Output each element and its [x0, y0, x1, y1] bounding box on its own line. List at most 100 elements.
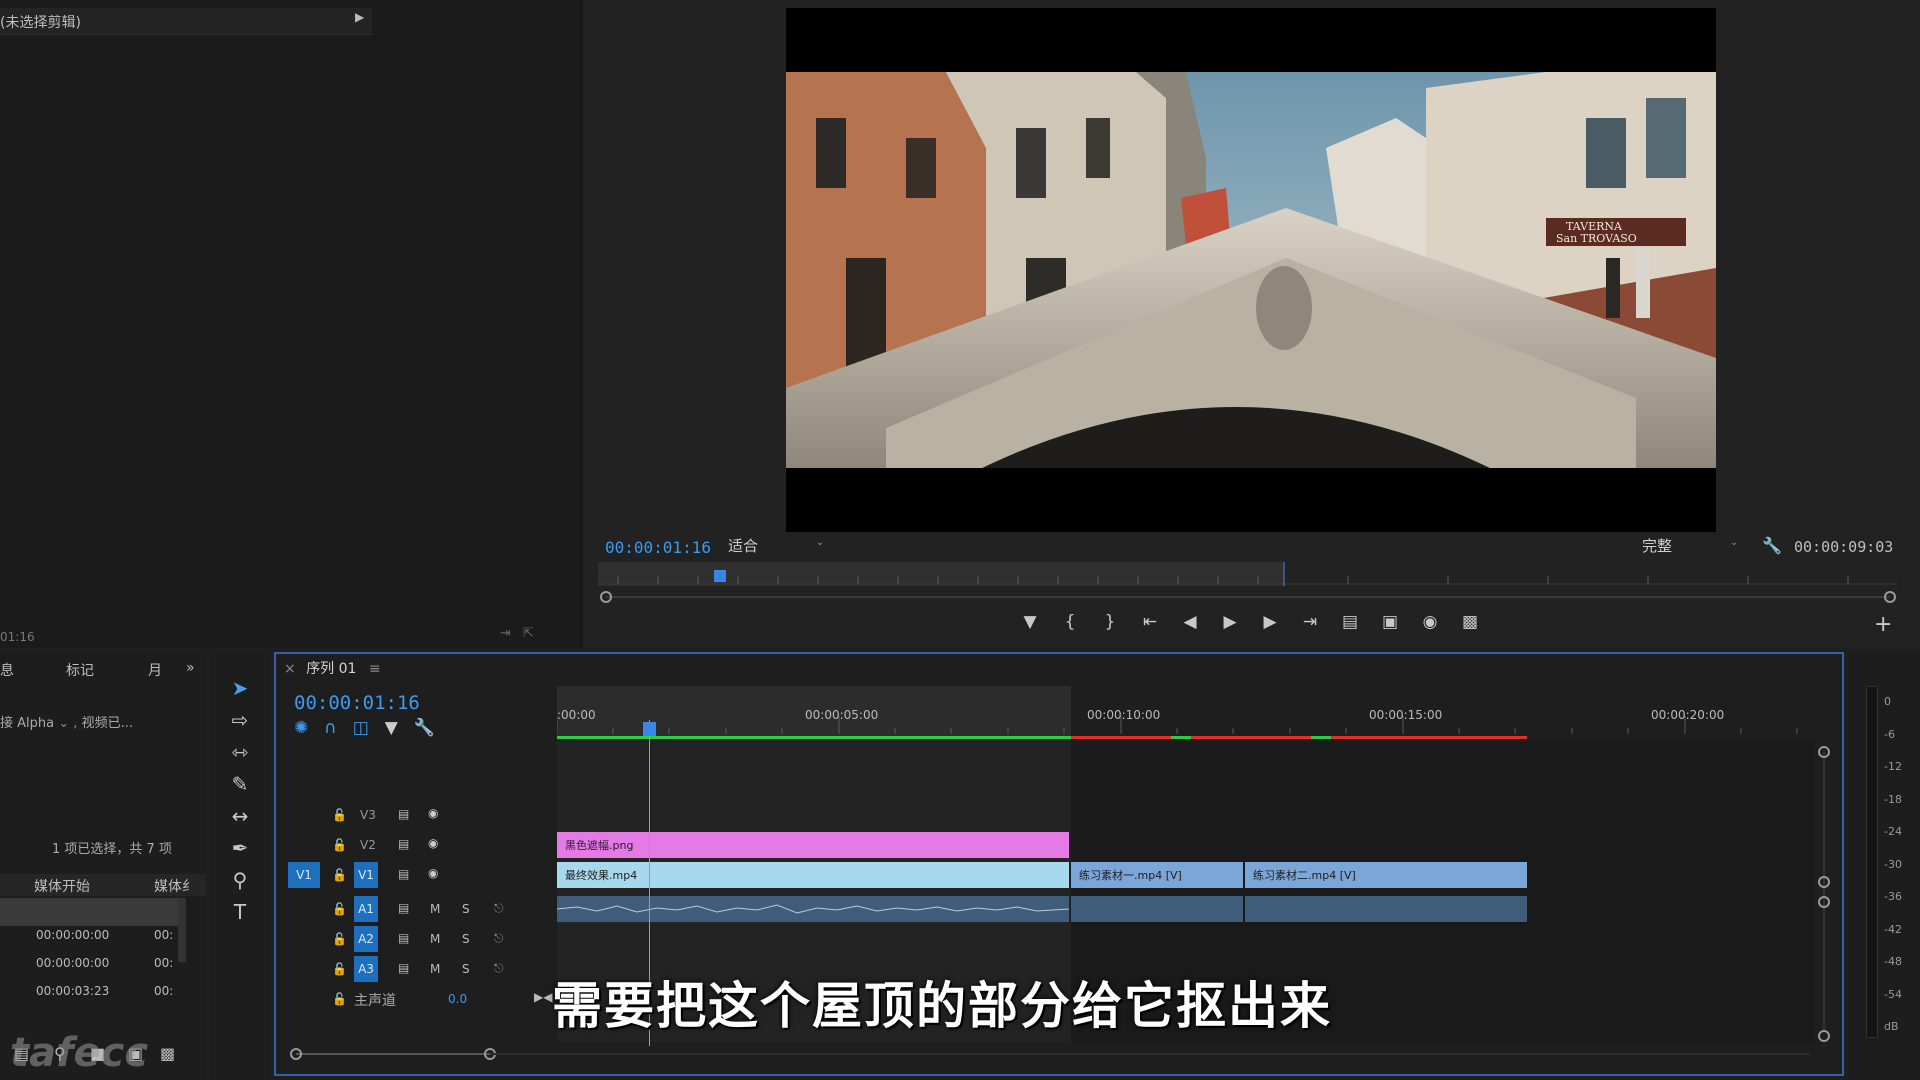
timeline-playhead[interactable] [643, 722, 656, 736]
lock-icon[interactable]: 🔓 [332, 868, 347, 882]
column-media-end[interactable]: 媒体纟 [154, 876, 196, 896]
track-header-a1[interactable]: 🔓 A1 ▤ M S ⎋ [280, 896, 557, 924]
mute-button[interactable]: M [430, 902, 440, 916]
microphone-icon[interactable]: ⎋ [494, 931, 504, 946]
sync-icon[interactable]: ▤ [398, 867, 409, 881]
track-header-v1[interactable]: V1 🔓 V1 ▤ ◉ [280, 862, 557, 890]
list-item[interactable]: 00:00:00:00 00: [0, 928, 190, 956]
linked-select-icon[interactable]: ◫ [353, 718, 385, 738]
pen-tool-icon[interactable]: ✒ [228, 836, 252, 860]
lock-icon[interactable]: 🔓 [332, 902, 347, 916]
lock-icon[interactable]: 🔓 [332, 962, 347, 976]
go-to-in-icon[interactable]: ⇤ [1130, 612, 1170, 632]
tab-info[interactable]: 息 [0, 660, 14, 680]
zoom-tool-icon[interactable]: ⚲ [228, 868, 252, 892]
mute-button[interactable]: M [430, 932, 440, 946]
type-tool-icon[interactable]: T [228, 900, 252, 924]
wrench-icon[interactable]: 🔧 [414, 718, 451, 738]
solo-button[interactable]: S [462, 902, 470, 916]
track-header-v3[interactable]: 🔓 V3 ▤ ◉ [280, 802, 557, 830]
chevron-right-icon[interactable]: ▶ [355, 10, 364, 24]
solo-button[interactable]: S [462, 932, 470, 946]
track-header-a3[interactable]: 🔓 A3 ▤ M S ⎋ [280, 956, 557, 984]
mark-out-icon[interactable]: } [1090, 612, 1130, 632]
tab-markers[interactable]: 标记 [66, 660, 94, 680]
compare-view-icon[interactable]: ▩ [1450, 612, 1490, 632]
column-media-start[interactable]: 媒体开始 [34, 876, 90, 896]
clip-a1-practice-2[interactable] [1245, 896, 1527, 922]
insert-icon[interactable]: ⇥ [500, 626, 523, 641]
eye-icon[interactable]: ◉ [428, 836, 438, 850]
master-volume-value[interactable]: 0.0 [448, 992, 467, 1006]
program-video-frame[interactable]: TAVERNA San TROVASO [786, 8, 1716, 532]
program-zoom-bar[interactable] [598, 590, 1898, 604]
timeline-vertical-scrollbar[interactable] [1814, 742, 1834, 1042]
program-timecode[interactable]: 00:00:01:16 [605, 538, 711, 557]
go-to-end-icon[interactable]: ▶◀ [534, 990, 552, 1004]
timeline-horizontal-scrollbar[interactable] [290, 1044, 1820, 1064]
microphone-icon[interactable]: ⎋ [494, 901, 504, 916]
lock-icon[interactable]: 🔓 [332, 838, 347, 852]
track-select-tool-icon[interactable]: ⇨ [228, 708, 252, 732]
clip-v1-practice-1[interactable]: 练习素材一.mp4 [V] [1071, 862, 1243, 888]
add-button-icon[interactable]: + [1874, 612, 1892, 637]
selection-tool-icon[interactable]: ➤ [228, 676, 252, 700]
program-playhead[interactable] [714, 570, 726, 582]
tab-sequence[interactable]: × 序列 01 ≡ [284, 658, 381, 678]
add-marker-icon[interactable]: ▼ [1010, 612, 1050, 632]
extract-icon[interactable]: ▣ [1370, 612, 1410, 632]
lock-icon[interactable]: 🔓 [332, 932, 347, 946]
lift-icon[interactable]: ▤ [1330, 612, 1370, 632]
track-header-a2[interactable]: 🔓 A2 ▤ M S ⎋ [280, 926, 557, 954]
snap-icon[interactable]: ∩ [324, 718, 352, 738]
step-forward-icon[interactable]: ▶ [1250, 612, 1290, 632]
razor-tool-icon[interactable]: ✎ [228, 772, 252, 796]
eye-icon[interactable]: ◉ [428, 866, 438, 880]
sync-icon[interactable]: ▤ [398, 961, 409, 975]
step-back-icon[interactable]: ◀ [1170, 612, 1210, 632]
menu-icon[interactable]: ≡ [369, 661, 381, 677]
track-header-master[interactable]: 🔓 主声道 0.0 ▶◀ [280, 986, 557, 1014]
mute-button[interactable]: M [430, 962, 440, 976]
eye-icon[interactable]: ◉ [428, 806, 438, 820]
export-frame-icon[interactable]: ◉ [1410, 612, 1450, 632]
list-item[interactable]: 00:00:03:23 00: [0, 984, 190, 1012]
quality-dropdown[interactable]: 完整 ⌄ [1642, 535, 1746, 557]
mark-in-icon[interactable]: { [1050, 612, 1090, 632]
delete-icon[interactable]: ▩ [160, 1044, 175, 1063]
clip-a1-practice-1[interactable] [1071, 896, 1243, 922]
play-icon[interactable]: ▶ [1210, 612, 1250, 632]
selected-row-highlight[interactable] [0, 898, 178, 926]
go-to-out-icon[interactable]: ⇥ [1290, 612, 1330, 632]
tab-history[interactable]: 月 [148, 660, 162, 680]
timeline-ruler[interactable]: :00:00 00:00:05:00 00:00:10:00 00:00:15:… [557, 686, 1813, 740]
list-item[interactable]: 00:00:00:00 00: [0, 956, 190, 984]
slip-tool-icon[interactable]: ↔ [228, 804, 252, 828]
program-mini-ruler[interactable] [598, 562, 1898, 586]
lock-icon[interactable]: 🔓 [332, 808, 347, 822]
fit-dropdown[interactable]: 适合 ⌄ [728, 535, 828, 557]
export-icon[interactable]: ⇱ [523, 626, 546, 641]
project-scrollbar[interactable] [178, 898, 186, 962]
sync-icon[interactable]: ▤ [398, 901, 409, 915]
add-marker-icon[interactable]: ▼ [385, 718, 414, 738]
alpha-label[interactable]: 接 Alpha [0, 716, 54, 731]
sync-icon[interactable]: ▤ [398, 807, 409, 821]
microphone-icon[interactable]: ⎋ [494, 961, 504, 976]
clip-v1-final[interactable]: 最终效果.mp4 [557, 862, 1069, 888]
more-tabs-icon[interactable]: » [186, 660, 195, 676]
solo-button[interactable]: S [462, 962, 470, 976]
lock-icon[interactable]: 🔓 [332, 992, 347, 1006]
close-icon[interactable]: × [284, 661, 296, 677]
clip-v1-practice-2[interactable]: 练习素材二.mp4 [V] [1245, 862, 1527, 888]
sync-icon[interactable]: ▤ [398, 931, 409, 945]
ripple-edit-tool-icon[interactable]: ⇿ [228, 740, 252, 764]
timeline-timecode[interactable]: 00:00:01:16 [294, 692, 420, 714]
wrench-icon[interactable]: 🔧 [1762, 536, 1782, 555]
sync-icon[interactable]: ▤ [398, 837, 409, 851]
source-patch-v1[interactable]: V1 [288, 862, 320, 888]
nest-icon[interactable]: ✺ [294, 718, 324, 738]
clip-a1-final[interactable] [557, 896, 1069, 922]
clip-v2[interactable]: 黑色遮幅.png [557, 832, 1069, 858]
track-header-v2[interactable]: 🔓 V2 ▤ ◉ [280, 832, 557, 860]
